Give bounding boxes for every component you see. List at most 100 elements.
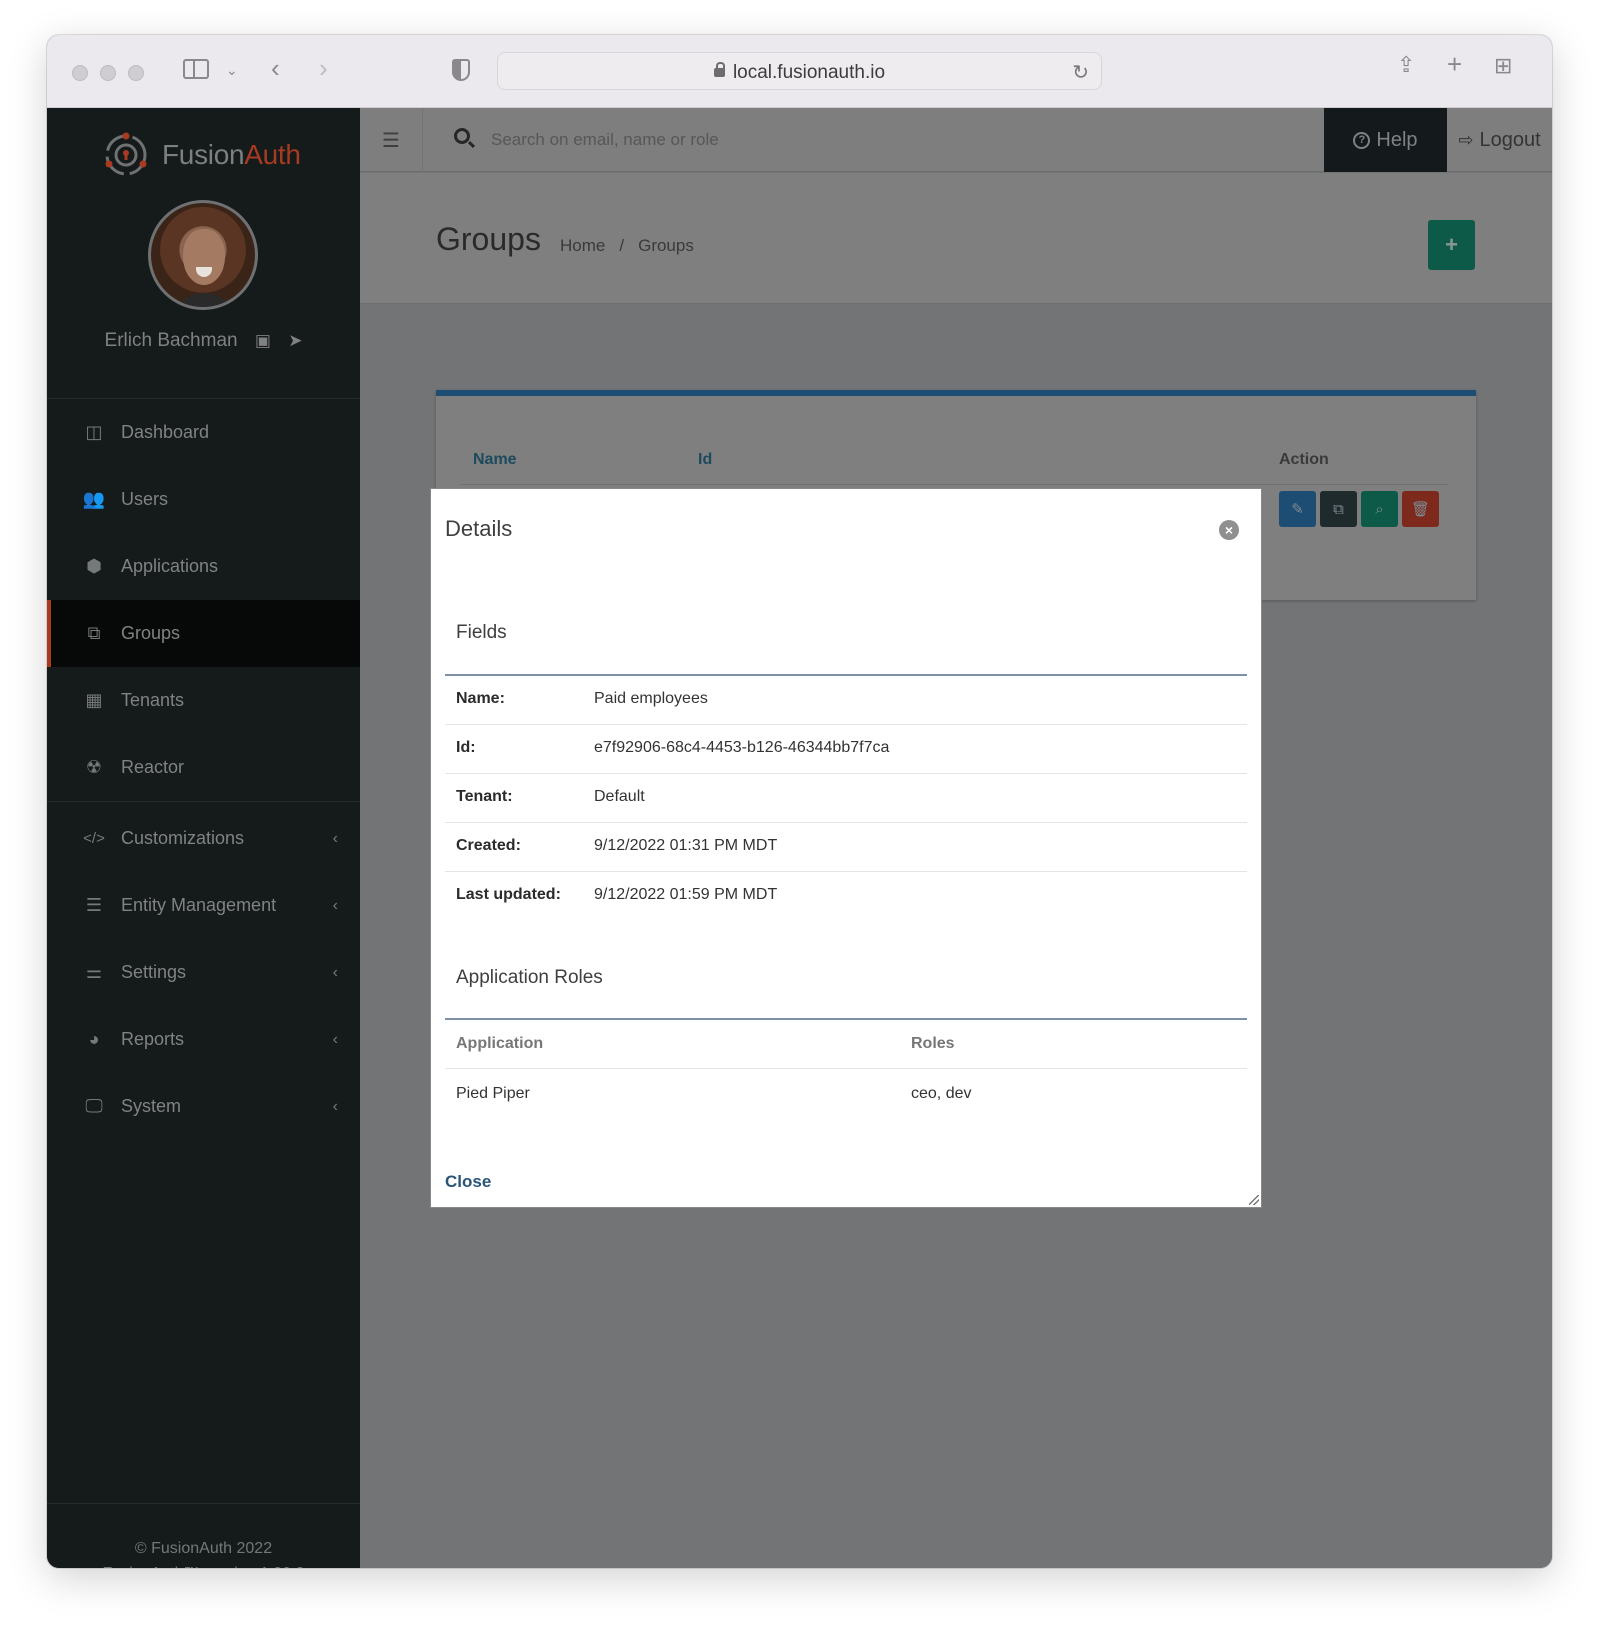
field-value: 9/12/2022 01:59 PM MDT: [594, 886, 778, 903]
sidebar: FusionAuth Erlich Bachman ▣ ➤ ◫ Dashboard…: [47, 108, 360, 1568]
version-text: FusionAuth™ version 1.39.0: [47, 1561, 360, 1568]
roles-table-header: Application Roles: [445, 1020, 1247, 1069]
location-arrow-icon[interactable]: ➤: [288, 331, 302, 351]
lock-icon: [713, 62, 725, 77]
search-icon: ⌕: [1375, 500, 1384, 518]
browser-window: ⌄ ‹ › local.fusionauth.io ↻ ⇪ + ⊞ Fusion…: [47, 35, 1552, 1568]
plus-icon: +: [1445, 232, 1458, 257]
field-label: Last updated:: [456, 886, 561, 903]
field-label: Name:: [456, 690, 505, 707]
field-row: Name: Paid employees: [445, 676, 1247, 725]
nav-divider: [47, 801, 360, 802]
sidebar-item-users[interactable]: 👥 Users: [47, 466, 360, 533]
resize-handle[interactable]: [1249, 1195, 1259, 1205]
duplicate-button[interactable]: ⧉: [1320, 491, 1357, 527]
sidebar-item-label: Settings: [121, 962, 187, 982]
breadcrumb: Home / Groups: [560, 236, 694, 256]
close-window-button[interactable]: [72, 65, 88, 81]
sidebar-item-label: Applications: [121, 556, 219, 576]
browser-toolbar: ⌄ ‹ › local.fusionauth.io ↻ ⇪ + ⊞: [47, 35, 1552, 108]
view-button[interactable]: ⌕: [1361, 491, 1398, 527]
roles-column-roles: Roles: [911, 1035, 955, 1052]
top-navbar: ☰ ? Help ⇨Logout: [360, 108, 1552, 172]
sidebar-item-label: Tenants: [121, 690, 185, 710]
code-icon: </>: [83, 830, 105, 847]
edit-icon: ✎: [1291, 501, 1304, 518]
help-button[interactable]: ? Help: [1324, 108, 1447, 172]
roles-section-title: Application Roles: [456, 967, 603, 988]
breadcrumb-groups: Groups: [638, 236, 694, 255]
menu-toggle-button[interactable]: ☰: [360, 108, 423, 172]
object-group-icon: ⧉: [87, 623, 101, 643]
table-header-rule: [460, 484, 1448, 485]
share-icon[interactable]: ⇪: [1397, 54, 1415, 76]
main-content: ☰ ? Help ⇨Logout Groups Home / Groups + Nam…: [360, 108, 1552, 1568]
fusionauth-logo-icon: [105, 132, 147, 176]
minimize-window-button[interactable]: [100, 65, 116, 81]
roles-column-application: Application: [456, 1035, 544, 1052]
sidebar-item-settings[interactable]: ⚌ Settings ‹: [47, 939, 360, 1006]
columns-icon: ◫: [85, 422, 103, 442]
question-circle-icon: ?: [1353, 131, 1371, 149]
dialog-title: Details: [445, 516, 513, 541]
chevron-left-icon: ‹: [332, 829, 338, 847]
field-label: Tenant:: [456, 788, 513, 805]
sidebar-item-label: Customizations: [121, 828, 245, 848]
chevron-left-icon: ‹: [332, 1097, 338, 1115]
sidebar-item-reports[interactable]: ◕ Reports ‹: [47, 1006, 360, 1073]
id-card-icon[interactable]: ▣: [255, 331, 271, 351]
field-value: 9/12/2022 01:31 PM MDT: [594, 837, 778, 854]
sidebar-item-groups[interactable]: ⧉ Groups: [47, 600, 360, 667]
edit-button[interactable]: ✎: [1279, 491, 1316, 527]
tab-overview-icon[interactable]: ⊞: [1494, 55, 1512, 77]
copyright-text: © FusionAuth 2022: [134, 1540, 273, 1557]
building-icon: ▦: [85, 690, 103, 710]
sidebar-item-applications[interactable]: ⬢ Applications: [47, 533, 360, 600]
sidebar-item-reactor[interactable]: ☢ Reactor: [47, 734, 360, 801]
back-icon[interactable]: ‹: [271, 55, 280, 81]
add-group-button[interactable]: +: [1428, 220, 1475, 270]
user-name[interactable]: Erlich Bachman: [105, 330, 238, 351]
close-button[interactable]: Close: [445, 1172, 491, 1192]
sidebar-toggle-icon[interactable]: [183, 59, 209, 79]
brand-name-part2: Auth: [244, 139, 301, 170]
logout-label: Logout: [1479, 128, 1541, 151]
fusionauth-logo[interactable]: FusionAuth: [102, 130, 301, 180]
new-tab-icon[interactable]: +: [1447, 51, 1462, 77]
sidebar-item-system[interactable]: 🖵 System ‹: [47, 1073, 360, 1140]
sidebar-item-label: Groups: [121, 623, 181, 643]
sidebar-footer: © FusionAuth 2022 FusionAuth™ version 1.…: [47, 1536, 360, 1568]
sidebar-item-label: Users: [121, 489, 169, 509]
chevron-left-icon: ‹: [332, 896, 338, 914]
sign-out-icon: ⇨: [1458, 129, 1474, 150]
sidebar-item-customizations[interactable]: </> Customizations ‹: [47, 805, 360, 872]
user-avatar[interactable]: [148, 200, 258, 310]
breadcrumb-home[interactable]: Home: [560, 236, 605, 255]
radiation-icon: ☢: [85, 757, 103, 777]
page-title: Groups: [436, 221, 541, 257]
column-header-id[interactable]: Id: [698, 451, 712, 469]
sidebar-item-tenants[interactable]: ▦ Tenants: [47, 667, 360, 734]
chevron-left-icon: ‹: [332, 1030, 338, 1048]
close-circle-icon[interactable]: ×: [1219, 520, 1239, 540]
users-icon: 👥: [82, 489, 106, 509]
sidebar-item-label: Entity Management: [121, 895, 277, 915]
column-header-name[interactable]: Name: [473, 451, 517, 469]
sidebar-item-entity-management[interactable]: ☰ Entity Management ‹: [47, 872, 360, 939]
chevron-down-icon[interactable]: ⌄: [226, 60, 238, 80]
maximize-window-button[interactable]: [128, 65, 144, 81]
logout-button[interactable]: ⇨ Logout: [1447, 108, 1552, 172]
privacy-shield-icon[interactable]: [452, 59, 470, 81]
reload-icon[interactable]: ↻: [1072, 60, 1089, 85]
address-bar[interactable]: local.fusionauth.io ↻: [497, 52, 1102, 90]
chevron-left-icon: ‹: [332, 963, 338, 981]
field-value: e7f92906-68c4-4453-b126-46344bb7f7ca: [594, 739, 890, 756]
column-header-action: Action: [1279, 451, 1329, 468]
delete-button[interactable]: 🗑: [1402, 491, 1439, 527]
trash-icon: 🗑: [1410, 501, 1431, 518]
sliders-icon: ⚌: [85, 962, 103, 982]
forward-icon[interactable]: ›: [319, 55, 328, 81]
cube-icon: ⬢: [86, 556, 102, 576]
sidebar-item-dashboard[interactable]: ◫ Dashboard: [47, 399, 360, 466]
search-input[interactable]: [491, 125, 1191, 155]
